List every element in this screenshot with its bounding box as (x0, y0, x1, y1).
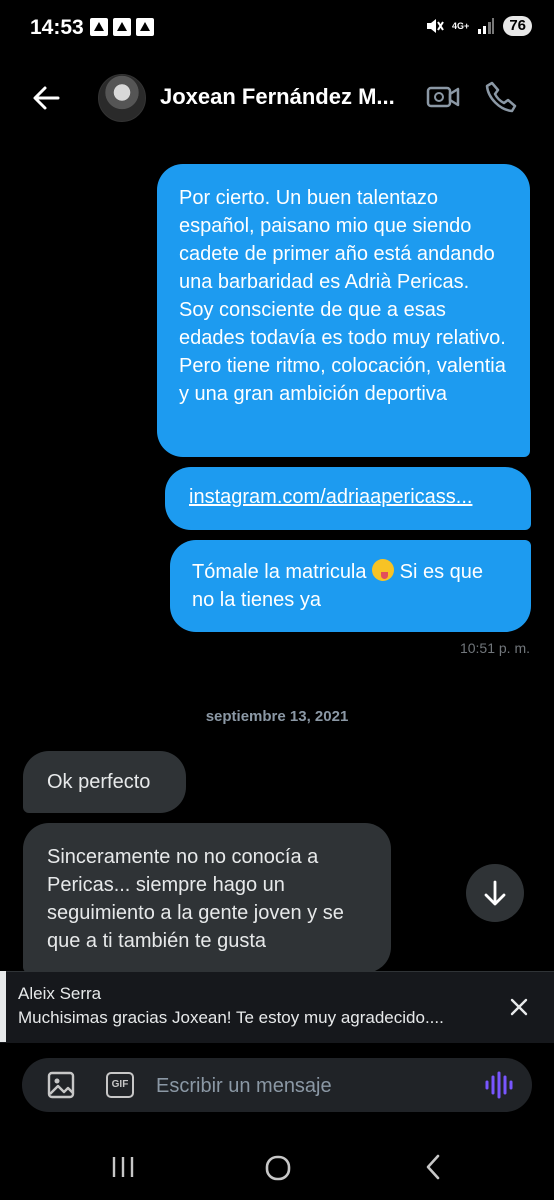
message-text: Tómale la matricula (192, 561, 373, 583)
image-icon[interactable] (46, 1070, 76, 1100)
date-separator: septiembre 13, 2021 (205, 708, 349, 725)
reply-preview (0, 971, 554, 1043)
incoming-message[interactable]: Sinceramente no no conocía a Pericas... … (23, 823, 391, 973)
nav-back-icon[interactable] (420, 1152, 446, 1182)
outgoing-message[interactable]: Por cierto. Un buen talentazo español, p… (157, 164, 530, 457)
mute-icon (427, 19, 444, 33)
tongue-emoji-icon (372, 559, 395, 581)
phone-call-icon[interactable] (484, 80, 518, 114)
recent-apps-icon[interactable] (108, 1152, 138, 1182)
voice-message-icon[interactable] (484, 1070, 516, 1100)
home-icon[interactable] (264, 1154, 292, 1182)
message-timestamp: 10:51 p. m. (459, 640, 530, 656)
video-call-icon[interactable] (426, 82, 460, 112)
app-notification-icon (113, 18, 131, 36)
outgoing-message[interactable]: Tómale la matricula Si es que no la tien… (170, 540, 531, 632)
app-notification-icon (136, 18, 154, 36)
avatar[interactable] (98, 74, 146, 122)
signal-icon (478, 18, 495, 34)
gif-button[interactable]: GIF (106, 1072, 134, 1098)
status-indicators: 4G+ 76 (424, 16, 532, 36)
reply-text: Muchisimas gracias Joxean! Te estoy muy … (18, 1008, 444, 1027)
battery-indicator: 76 (503, 16, 532, 36)
outgoing-link-message[interactable]: instagram.com/adriaapericass... (165, 467, 531, 530)
back-arrow-icon[interactable] (28, 80, 64, 116)
network-type: 4G+ (452, 21, 470, 31)
contact-name[interactable]: Joxean Fernández M... (160, 84, 415, 110)
scroll-to-bottom-button[interactable] (466, 864, 524, 922)
message-input[interactable] (154, 1066, 468, 1106)
close-icon[interactable] (506, 994, 532, 1020)
arrow-down-icon (484, 880, 506, 906)
incoming-message[interactable]: Ok perfecto (23, 751, 186, 813)
notification-icons (90, 18, 154, 36)
app-notification-icon (90, 18, 108, 36)
reply-author: Aleix Serra (18, 984, 102, 1003)
reply-accent-bar (0, 971, 6, 1042)
instagram-link[interactable]: instagram.com/adriaapericass... (189, 486, 472, 508)
status-time: 14:53 (30, 16, 84, 39)
